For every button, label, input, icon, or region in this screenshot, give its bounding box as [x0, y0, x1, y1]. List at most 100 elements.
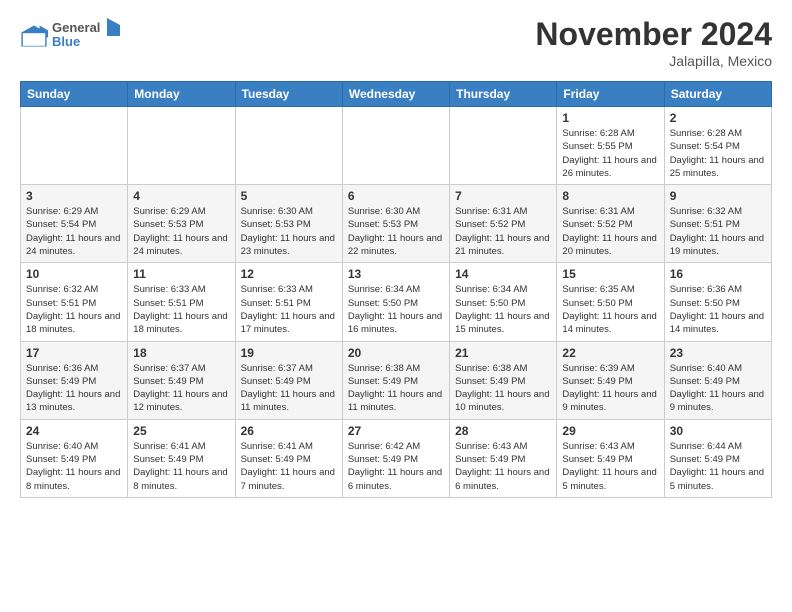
day-info: Sunrise: 6:31 AM Sunset: 5:52 PM Dayligh…	[455, 205, 551, 258]
header-row: Sunday Monday Tuesday Wednesday Thursday…	[21, 82, 772, 107]
calendar-cell	[21, 107, 128, 185]
day-info: Sunrise: 6:30 AM Sunset: 5:53 PM Dayligh…	[348, 205, 444, 258]
calendar-body: 1 Sunrise: 6:28 AM Sunset: 5:55 PM Daylig…	[21, 107, 772, 498]
day-number: 22	[562, 346, 658, 360]
calendar-week-1: 3 Sunrise: 6:29 AM Sunset: 5:54 PM Daylig…	[21, 185, 772, 263]
calendar-cell: 25 Sunrise: 6:41 AM Sunset: 5:49 PM Dayli…	[128, 419, 235, 497]
day-number: 28	[455, 424, 551, 438]
day-number: 11	[133, 267, 229, 281]
calendar-week-2: 10Sunrise: 6:32 AM Sunset: 5:51 PM Dayli…	[21, 263, 772, 341]
header-wednesday: Wednesday	[342, 82, 449, 107]
day-info: Sunrise: 6:35 AM Sunset: 5:50 PM Dayligh…	[562, 283, 658, 336]
calendar-cell: 2Sunrise: 6:28 AM Sunset: 5:54 PM Daylig…	[664, 107, 771, 185]
calendar-cell: 6 Sunrise: 6:30 AM Sunset: 5:53 PM Daylig…	[342, 185, 449, 263]
day-number: 9	[670, 189, 766, 203]
day-number: 19	[241, 346, 337, 360]
day-number: 6	[348, 189, 444, 203]
calendar-week-3: 17 Sunrise: 6:36 AM Sunset: 5:49 PM Dayli…	[21, 341, 772, 419]
calendar-cell: 18 Sunrise: 6:37 AM Sunset: 5:49 PM Dayli…	[128, 341, 235, 419]
day-info: Sunrise: 6:41 AM Sunset: 5:49 PM Dayligh…	[133, 440, 229, 493]
day-info: Sunrise: 6:34 AM Sunset: 5:50 PM Dayligh…	[455, 283, 551, 336]
day-info: Sunrise: 6:43 AM Sunset: 5:49 PM Dayligh…	[455, 440, 551, 493]
header-tuesday: Tuesday	[235, 82, 342, 107]
calendar-cell: 23 Sunrise: 6:40 AM Sunset: 5:49 PM Dayli…	[664, 341, 771, 419]
calendar-cell: 20 Sunrise: 6:38 AM Sunset: 5:49 PM Dayli…	[342, 341, 449, 419]
calendar-cell: 10Sunrise: 6:32 AM Sunset: 5:51 PM Dayli…	[21, 263, 128, 341]
calendar-cell: 9 Sunrise: 6:32 AM Sunset: 5:51 PM Daylig…	[664, 185, 771, 263]
day-info: Sunrise: 6:38 AM Sunset: 5:49 PM Dayligh…	[455, 362, 551, 415]
calendar-cell	[235, 107, 342, 185]
day-number: 18	[133, 346, 229, 360]
day-number: 26	[241, 424, 337, 438]
day-info: Sunrise: 6:33 AM Sunset: 5:51 PM Dayligh…	[133, 283, 229, 336]
svg-text:General: General	[52, 20, 100, 35]
day-number: 30	[670, 424, 766, 438]
calendar-cell: 16 Sunrise: 6:36 AM Sunset: 5:50 PM Dayli…	[664, 263, 771, 341]
calendar-cell: 17 Sunrise: 6:36 AM Sunset: 5:49 PM Dayli…	[21, 341, 128, 419]
calendar-week-0: 1 Sunrise: 6:28 AM Sunset: 5:55 PM Daylig…	[21, 107, 772, 185]
day-info: Sunrise: 6:37 AM Sunset: 5:49 PM Dayligh…	[241, 362, 337, 415]
day-number: 15	[562, 267, 658, 281]
title-block: November 2024 Jalapilla, Mexico	[535, 16, 772, 69]
day-info: Sunrise: 6:31 AM Sunset: 5:52 PM Dayligh…	[562, 205, 658, 258]
calendar-cell: 22 Sunrise: 6:39 AM Sunset: 5:49 PM Dayli…	[557, 341, 664, 419]
logo-icon	[20, 22, 48, 50]
location-subtitle: Jalapilla, Mexico	[535, 53, 772, 69]
day-info: Sunrise: 6:29 AM Sunset: 5:54 PM Dayligh…	[26, 205, 122, 258]
calendar-cell: 7 Sunrise: 6:31 AM Sunset: 5:52 PM Daylig…	[450, 185, 557, 263]
day-number: 14	[455, 267, 551, 281]
calendar-header: Sunday Monday Tuesday Wednesday Thursday…	[21, 82, 772, 107]
page-header: General Blue November 2024 Jalapilla, Me…	[20, 16, 772, 69]
day-number: 25	[133, 424, 229, 438]
day-info: Sunrise: 6:30 AM Sunset: 5:53 PM Dayligh…	[241, 205, 337, 258]
day-info: Sunrise: 6:39 AM Sunset: 5:49 PM Dayligh…	[562, 362, 658, 415]
calendar-cell	[128, 107, 235, 185]
day-info: Sunrise: 6:33 AM Sunset: 5:51 PM Dayligh…	[241, 283, 337, 336]
day-info: Sunrise: 6:29 AM Sunset: 5:53 PM Dayligh…	[133, 205, 229, 258]
day-number: 20	[348, 346, 444, 360]
day-info: Sunrise: 6:43 AM Sunset: 5:49 PM Dayligh…	[562, 440, 658, 493]
calendar-cell: 8Sunrise: 6:31 AM Sunset: 5:52 PM Daylig…	[557, 185, 664, 263]
header-sunday: Sunday	[21, 82, 128, 107]
calendar-cell: 1 Sunrise: 6:28 AM Sunset: 5:55 PM Daylig…	[557, 107, 664, 185]
calendar-cell: 28 Sunrise: 6:43 AM Sunset: 5:49 PM Dayli…	[450, 419, 557, 497]
page-container: General Blue November 2024 Jalapilla, Me…	[0, 0, 792, 508]
calendar-cell: 11 Sunrise: 6:33 AM Sunset: 5:51 PM Dayli…	[128, 263, 235, 341]
calendar-cell: 12 Sunrise: 6:33 AM Sunset: 5:51 PM Dayli…	[235, 263, 342, 341]
calendar-table: Sunday Monday Tuesday Wednesday Thursday…	[20, 81, 772, 498]
day-info: Sunrise: 6:36 AM Sunset: 5:50 PM Dayligh…	[670, 283, 766, 336]
header-saturday: Saturday	[664, 82, 771, 107]
day-number: 21	[455, 346, 551, 360]
day-info: Sunrise: 6:44 AM Sunset: 5:49 PM Dayligh…	[670, 440, 766, 493]
day-info: Sunrise: 6:32 AM Sunset: 5:51 PM Dayligh…	[670, 205, 766, 258]
calendar-cell: 24Sunrise: 6:40 AM Sunset: 5:49 PM Dayli…	[21, 419, 128, 497]
calendar-cell: 21 Sunrise: 6:38 AM Sunset: 5:49 PM Dayli…	[450, 341, 557, 419]
month-title: November 2024	[535, 16, 772, 53]
day-number: 1	[562, 111, 658, 125]
day-number: 5	[241, 189, 337, 203]
day-number: 17	[26, 346, 122, 360]
calendar-cell: 15 Sunrise: 6:35 AM Sunset: 5:50 PM Dayli…	[557, 263, 664, 341]
day-info: Sunrise: 6:34 AM Sunset: 5:50 PM Dayligh…	[348, 283, 444, 336]
svg-text:Blue: Blue	[52, 34, 80, 49]
calendar-cell: 3 Sunrise: 6:29 AM Sunset: 5:54 PM Daylig…	[21, 185, 128, 263]
day-info: Sunrise: 6:40 AM Sunset: 5:49 PM Dayligh…	[670, 362, 766, 415]
header-monday: Monday	[128, 82, 235, 107]
day-number: 10	[26, 267, 122, 281]
day-info: Sunrise: 6:38 AM Sunset: 5:49 PM Dayligh…	[348, 362, 444, 415]
day-number: 13	[348, 267, 444, 281]
day-number: 16	[670, 267, 766, 281]
logo: General Blue	[20, 16, 122, 57]
day-info: Sunrise: 6:36 AM Sunset: 5:49 PM Dayligh…	[26, 362, 122, 415]
header-thursday: Thursday	[450, 82, 557, 107]
day-number: 12	[241, 267, 337, 281]
day-number: 3	[26, 189, 122, 203]
day-info: Sunrise: 6:37 AM Sunset: 5:49 PM Dayligh…	[133, 362, 229, 415]
day-number: 29	[562, 424, 658, 438]
day-info: Sunrise: 6:42 AM Sunset: 5:49 PM Dayligh…	[348, 440, 444, 493]
day-number: 23	[670, 346, 766, 360]
calendar-cell	[342, 107, 449, 185]
calendar-cell: 13 Sunrise: 6:34 AM Sunset: 5:50 PM Dayli…	[342, 263, 449, 341]
day-info: Sunrise: 6:28 AM Sunset: 5:55 PM Dayligh…	[562, 127, 658, 180]
day-number: 7	[455, 189, 551, 203]
